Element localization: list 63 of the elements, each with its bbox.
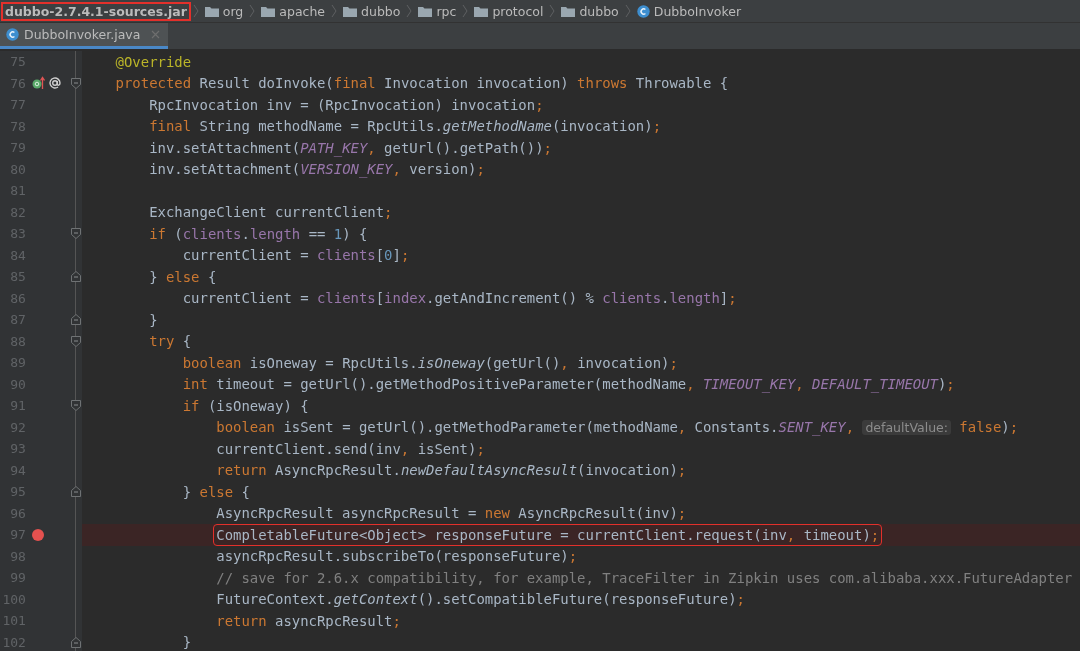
code-line: CompletableFuture<Object> responseFuture = currentClient.request(inv, timeout); <box>216 526 880 543</box>
chevron-icon <box>624 4 631 18</box>
code-line: ExchangeClient currentClient; <box>149 204 393 221</box>
folder-icon <box>561 5 576 17</box>
fold-marker-icon[interactable] <box>70 486 81 498</box>
code-line: protected Result doInvoke(final Invocation invocation) throws Throwable { <box>115 75 729 92</box>
code-line: AsyncRpcResult asyncRpcResult = new AsyncRpcResult(inv); <box>216 505 687 522</box>
code-line: boolean isSent = getUrl().getMethodParameter(methodName, Constants.SENT_KEY, defaultValue: false); <box>216 419 1019 436</box>
breadcrumb-item[interactable]: DubboInvoker <box>633 2 745 20</box>
override-icon[interactable] <box>31 76 45 91</box>
folder-icon <box>343 5 358 17</box>
code-line: if (isOneway) { <box>182 397 309 414</box>
fold-marker-icon[interactable] <box>70 335 81 347</box>
fold-marker-icon[interactable] <box>70 636 81 648</box>
chevron-icon <box>406 4 413 18</box>
folder-icon <box>418 5 433 17</box>
code-line: asyncRpcResult.subscribeTo(responseFuture); <box>216 548 578 565</box>
code-line: currentClient.send(inv, isSent); <box>216 440 485 457</box>
fold-marker-icon[interactable] <box>70 271 81 283</box>
class-icon <box>6 28 19 41</box>
breadcrumb-item[interactable]: dubbo-2.7.4.1-sources.jar <box>2 2 190 20</box>
at-sign-icon[interactable] <box>47 76 62 91</box>
breadcrumb-item[interactable]: apache <box>258 2 329 20</box>
close-icon[interactable] <box>151 30 161 39</box>
breakpoint-icon[interactable] <box>31 528 44 541</box>
folder-icon <box>204 5 219 17</box>
editor-tab[interactable]: DubboInvoker.java <box>0 23 169 49</box>
breadcrumb-item[interactable]: rpc <box>415 2 460 20</box>
breadcrumb-item[interactable]: protocol <box>471 2 547 20</box>
fold-marker-icon[interactable] <box>70 400 81 412</box>
code-line: } else { <box>149 268 217 285</box>
breadcrumb-item[interactable]: dubbo <box>558 2 622 20</box>
fold-marker-icon[interactable] <box>70 77 81 89</box>
code-line: return AsyncRpcResult.newDefaultAsyncResult(invocation); <box>216 462 687 479</box>
chevron-icon <box>462 4 469 18</box>
code-line: inv.setAttachment(VERSION_KEY, version); <box>149 161 485 178</box>
code-line: } <box>182 634 192 651</box>
chevron-icon <box>192 4 199 18</box>
folder-icon <box>261 5 276 17</box>
code-line: // save for 2.6.x compatibility, for example, TraceFilter in Zipkin uses com.alibaba.xxx.FutureAdapter <box>216 569 1073 586</box>
code-line: if (clients.length == 1) { <box>149 225 368 242</box>
fold-marker-icon[interactable] <box>70 228 81 240</box>
folder-icon <box>474 5 489 17</box>
code-line: FutureContext.getContext().setCompatibleFuture(responseFuture); <box>216 591 745 608</box>
breadcrumb-item[interactable]: org <box>201 2 247 20</box>
code-line: currentClient = clients[index.getAndIncrement() % clients.length]; <box>182 290 737 307</box>
chevron-icon <box>549 4 556 18</box>
chevron-icon <box>249 4 256 18</box>
breadcrumb-item[interactable]: dubbo <box>340 2 404 20</box>
code-line: boolean isOneway = RpcUtils.isOneway(getUrl(), invocation); <box>182 354 678 371</box>
code-line: final String methodName = RpcUtils.getMethodName(invocation); <box>149 118 662 135</box>
code-line: inv.setAttachment(PATH_KEY, getUrl().getPath()); <box>149 139 552 156</box>
chevron-icon <box>331 4 338 18</box>
code-line: currentClient = clients[0]; <box>182 247 410 264</box>
code-line: @Override <box>115 53 192 70</box>
class-icon <box>636 4 650 18</box>
code-line: try { <box>149 333 192 350</box>
code-line: } <box>149 311 158 328</box>
fold-marker-icon[interactable] <box>70 314 81 326</box>
code-line: return asyncRpcResult; <box>216 612 401 629</box>
code-line: RpcInvocation inv = (RpcInvocation) invocation; <box>149 96 544 113</box>
code-line: int timeout = getUrl().getMethodPositiveParameter(methodName, TIMEOUT_KEY, DEFAULT_TIMEOUT); <box>182 376 955 393</box>
code-line: } else { <box>182 483 250 500</box>
